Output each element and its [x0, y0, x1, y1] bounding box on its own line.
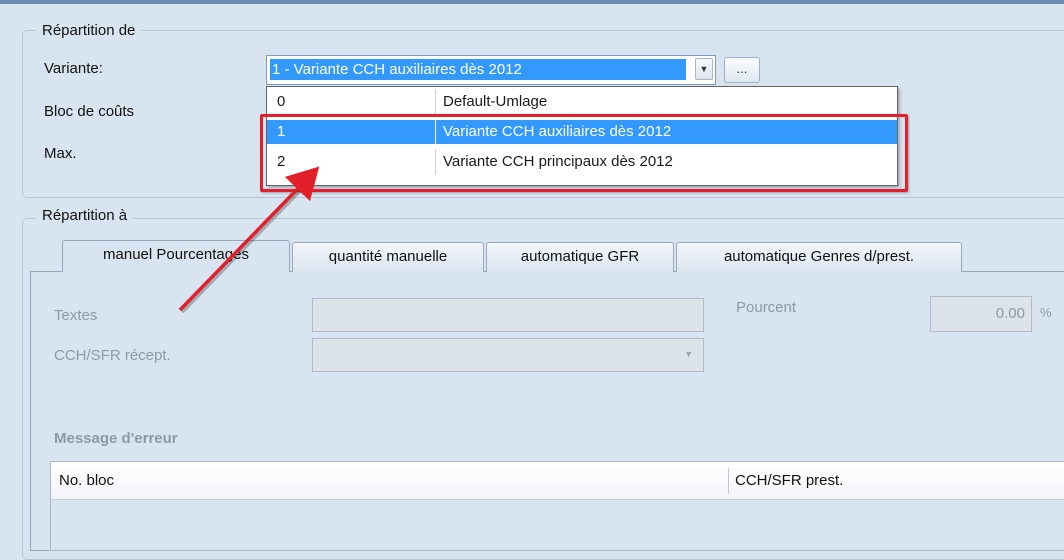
column-header-no-bloc[interactable]: No. bloc — [59, 472, 114, 489]
grid-header: No. bloc CCH/SFR prest. — [51, 462, 1064, 500]
cch-sfr-recept-label: CCH/SFR récept. — [54, 347, 171, 364]
column-header-cch-sfr-prest[interactable]: CCH/SFR prest. — [735, 472, 843, 489]
column-separator — [435, 89, 436, 115]
message-erreur-title: Message d'erreur — [54, 430, 178, 447]
tab-manuel-pourcentages[interactable]: manuel Pourcentages — [62, 240, 290, 272]
pourcent-label: Pourcent — [736, 299, 797, 316]
bloc-de-couts-label: Bloc de coûts — [44, 103, 135, 120]
percent-unit: % — [1040, 305, 1052, 320]
dropdown-option[interactable]: 0 Default-Umlage — [267, 89, 897, 115]
variante-combobox[interactable]: 1 - Variante CCH auxiliaires dès 2012 ▼ — [266, 55, 716, 85]
combobox-dropdown-button[interactable]: ▼ — [695, 58, 713, 80]
variante-ellipsis-button[interactable]: ... — [724, 57, 760, 83]
tab-automatique-genres[interactable]: automatique Genres d/prest. — [676, 242, 962, 272]
option-name: Default-Umlage — [443, 93, 548, 110]
variante-label: Variante: — [44, 60, 103, 77]
tab-automatique-gfr[interactable]: automatique GFR — [486, 242, 674, 272]
error-grid: No. bloc CCH/SFR prest. — [50, 461, 1064, 551]
option-code: 0 — [277, 93, 286, 110]
pourcent-value: 0.00 — [995, 305, 1025, 322]
pourcent-input[interactable]: 0.00 — [930, 296, 1032, 332]
repartition-a-legend: Répartition à — [36, 207, 134, 224]
window-top-border — [0, 0, 1064, 4]
max-label: Max. — [44, 145, 77, 162]
textes-label: Textes — [54, 307, 98, 324]
tab-quantite-manuelle[interactable]: quantité manuelle — [292, 242, 484, 272]
annotation-highlight-box — [260, 114, 908, 192]
column-separator — [728, 468, 729, 494]
chevron-down-icon: ▼ — [699, 64, 709, 74]
chevron-down-icon: ▼ — [684, 349, 693, 359]
textes-input[interactable] — [312, 298, 704, 332]
variante-selected-value: 1 - Variante CCH auxiliaires dès 2012 — [270, 59, 686, 80]
cch-sfr-recept-combobox[interactable]: ▼ — [312, 338, 704, 372]
repartition-de-legend: Répartition de — [36, 22, 142, 39]
